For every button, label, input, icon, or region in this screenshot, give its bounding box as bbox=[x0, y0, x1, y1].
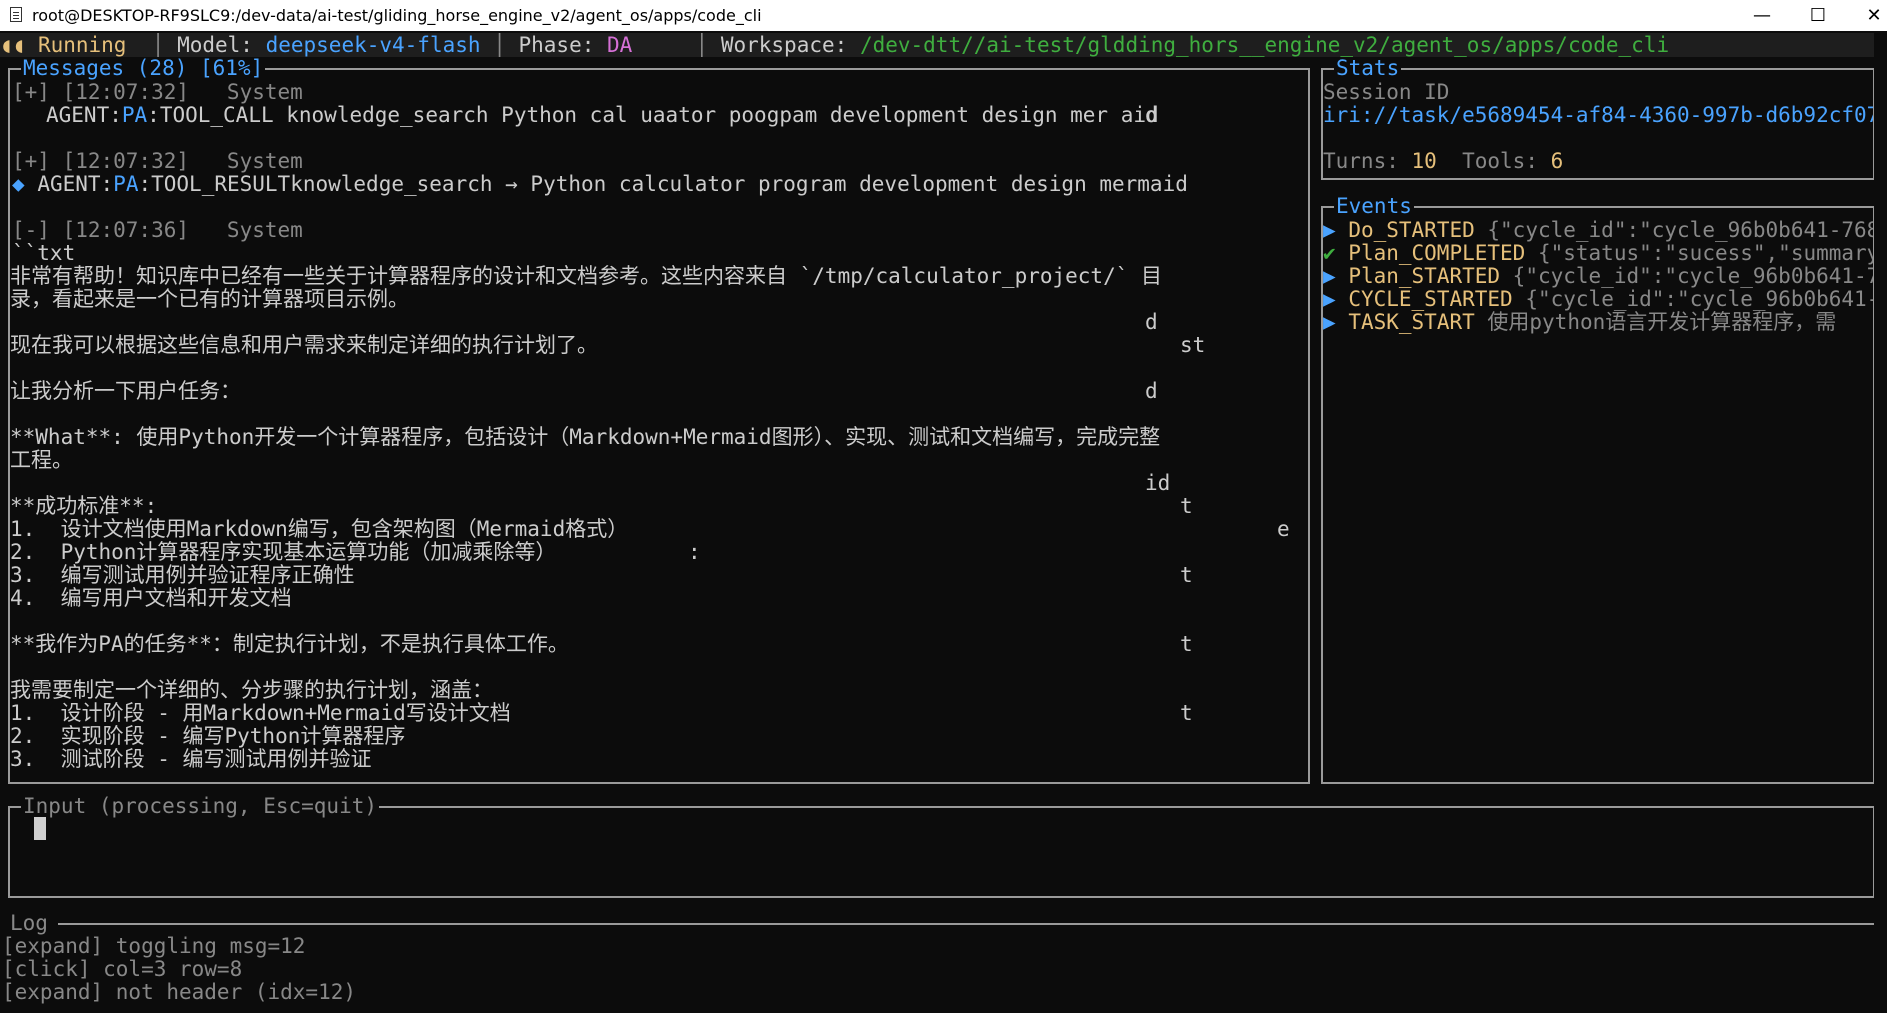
input-panel[interactable]: Input (processing, Esc=quit) bbox=[8, 795, 1875, 898]
render-artifact: t bbox=[1180, 632, 1193, 656]
phase-label: Phase: bbox=[518, 33, 595, 57]
event-item[interactable]: ▶ Plan_STARTED {"cycle_id":"cycle_96b0b6… bbox=[1323, 265, 1873, 288]
messages-title: Messages (28) [61%] bbox=[21, 56, 266, 80]
message-text-line: **成功标准**: bbox=[10, 494, 158, 518]
message-text-line: **我作为PA的任务**：制定执行计划，不是执行具体工作。 bbox=[10, 632, 569, 656]
terminal-file-icon bbox=[10, 7, 22, 22]
log-line: [expand] not header (idx=12) bbox=[2, 980, 357, 1004]
log-line: [expand] toggling msg=12 bbox=[2, 934, 306, 958]
text-cursor bbox=[34, 817, 46, 840]
render-artifact: d bbox=[1145, 310, 1158, 334]
event-arrow-icon: ▶ bbox=[1323, 288, 1336, 311]
tool-result-line: ◆ AGENT:PA:TOOL_RESULTknowledge_search →… bbox=[12, 172, 1188, 196]
render-artifact: d bbox=[1145, 103, 1158, 127]
model-label: Model: bbox=[177, 33, 253, 57]
tool-call-line: AGENT:PA:TOOL_CALL knowledge_search Pyth… bbox=[46, 103, 1159, 127]
message-text-line: 我需要制定一个详细的、分步骤的执行计划，涵盖： bbox=[10, 678, 493, 702]
message-text-line: 非常有帮助！知识库中已经有一些关于计算器程序的设计和文档参考。这些内容来自 `/… bbox=[10, 264, 1163, 288]
workspace-label: Workspace: bbox=[720, 33, 848, 57]
render-artifact: st bbox=[1180, 333, 1206, 357]
message-text-line: 1. 设计阶段 - 用Markdown+Mermaid写设计文档 bbox=[10, 701, 511, 725]
tools-count: 6 bbox=[1550, 149, 1564, 173]
render-artifact: t bbox=[1180, 701, 1193, 725]
message-header[interactable]: [+] [12:07:32] System bbox=[12, 150, 303, 173]
message-text-line: 1. 设计文档使用Markdown编写，包含架构图（Mermaid格式） bbox=[10, 517, 629, 541]
event-arrow-icon: ▶ bbox=[1323, 311, 1336, 334]
status-bar: ◖◖ Running │ Model: deepseek-v4-flash │ … bbox=[0, 33, 1887, 57]
render-artifact: e bbox=[1277, 517, 1290, 541]
maximize-button[interactable]: ☐ bbox=[1790, 0, 1846, 31]
stats-title: Stats bbox=[1334, 56, 1402, 80]
message-text-line: 工程。 bbox=[10, 448, 73, 472]
message-header[interactable]: [-] [12:07:36] System bbox=[12, 219, 303, 242]
message-text-line: 现在我可以根据这些信息和用户需求来制定详细的执行计划了。 bbox=[10, 333, 598, 357]
window-titlebar: root@DESKTOP-RF9SLC9:/dev-data/ai-test/g… bbox=[0, 0, 1887, 31]
message-text-line: 录，看起来是一个已有的计算器项目示例。 bbox=[10, 287, 409, 311]
minimize-button[interactable]: — bbox=[1734, 0, 1790, 31]
event-item[interactable]: ✔ Plan_COMPLETED {"status":"sucess","sum… bbox=[1323, 242, 1873, 265]
session-id-label: Session ID bbox=[1323, 80, 1450, 104]
phase-value: DA bbox=[607, 33, 633, 57]
message-text-line: 3. 测试阶段 - 编写测试用例并验证 bbox=[10, 747, 372, 771]
render-artifact: d bbox=[1145, 379, 1158, 403]
turns-label: Turns: bbox=[1323, 149, 1399, 173]
turns-tools-line: Turns: 10 Tools: 6 bbox=[1323, 150, 1563, 173]
message-text-line: 2. Python计算器程序实现基本运算功能（加减乘除等） bbox=[10, 540, 557, 564]
render-artifact: t bbox=[1180, 494, 1193, 518]
render-artifact: id bbox=[1145, 471, 1171, 495]
checkmark-icon: ✔ bbox=[1323, 242, 1336, 265]
message-text-line: **What**: 使用Python开发一个计算器程序，包括设计（Markdow… bbox=[10, 425, 1161, 449]
event-arrow-icon: ▶ bbox=[1323, 219, 1336, 242]
message-text-line: 让我分析一下用户任务： bbox=[10, 379, 241, 403]
render-artifact: t bbox=[1180, 563, 1193, 587]
message-text-line: 4. 编写用户文档和开发文档 bbox=[10, 586, 292, 610]
events-title: Events bbox=[1334, 194, 1414, 218]
event-item[interactable]: ▶ TASK_START 使用python语言开发计算器程序，需 bbox=[1323, 311, 1873, 334]
running-state-icon: ◖◖ bbox=[0, 33, 26, 57]
window-title: root@DESKTOP-RF9SLC9:/dev-data/ai-test/g… bbox=[32, 6, 762, 25]
event-item[interactable]: ▶ CYCLE_STARTED {"cycle_id":"cycle_96b0b… bbox=[1323, 288, 1873, 311]
session-id: iri://task/e5689454-af84-4360-997b-d6b92… bbox=[1323, 104, 1873, 127]
input-title: Input (processing, Esc=quit) bbox=[21, 794, 380, 818]
message-header[interactable]: [+] [12:07:32] System bbox=[12, 81, 303, 104]
render-artifact: : bbox=[688, 540, 701, 564]
log-line: [click] col=3 row=8 bbox=[2, 957, 243, 981]
code-fence: ``txt bbox=[12, 241, 76, 265]
tools-label: Tools: bbox=[1462, 149, 1538, 173]
message-text-line: 3. 编写测试用例并验证程序正确性 bbox=[10, 563, 355, 587]
event-arrow-icon: ▶ bbox=[1323, 265, 1336, 288]
workspace-path: /dev-dtt//ai-test/gldding_hors__engine_v… bbox=[859, 33, 1670, 57]
model-name: deepseek-v4-flash bbox=[265, 33, 481, 57]
window-scrollbar[interactable] bbox=[1874, 31, 1887, 1013]
diamond-icon: ◆ bbox=[12, 172, 25, 196]
run-state: Running bbox=[37, 33, 127, 57]
close-button[interactable]: ✕ bbox=[1846, 0, 1887, 31]
log-title: Log bbox=[10, 911, 48, 935]
event-item[interactable]: ▶ Do_STARTED {"cycle_id":"cycle_96b0b641… bbox=[1323, 219, 1873, 242]
message-text-line: 2. 实现阶段 - 编写Python计算器程序 bbox=[10, 724, 406, 748]
turns-count: 10 bbox=[1411, 149, 1437, 173]
log-divider bbox=[58, 923, 1875, 925]
